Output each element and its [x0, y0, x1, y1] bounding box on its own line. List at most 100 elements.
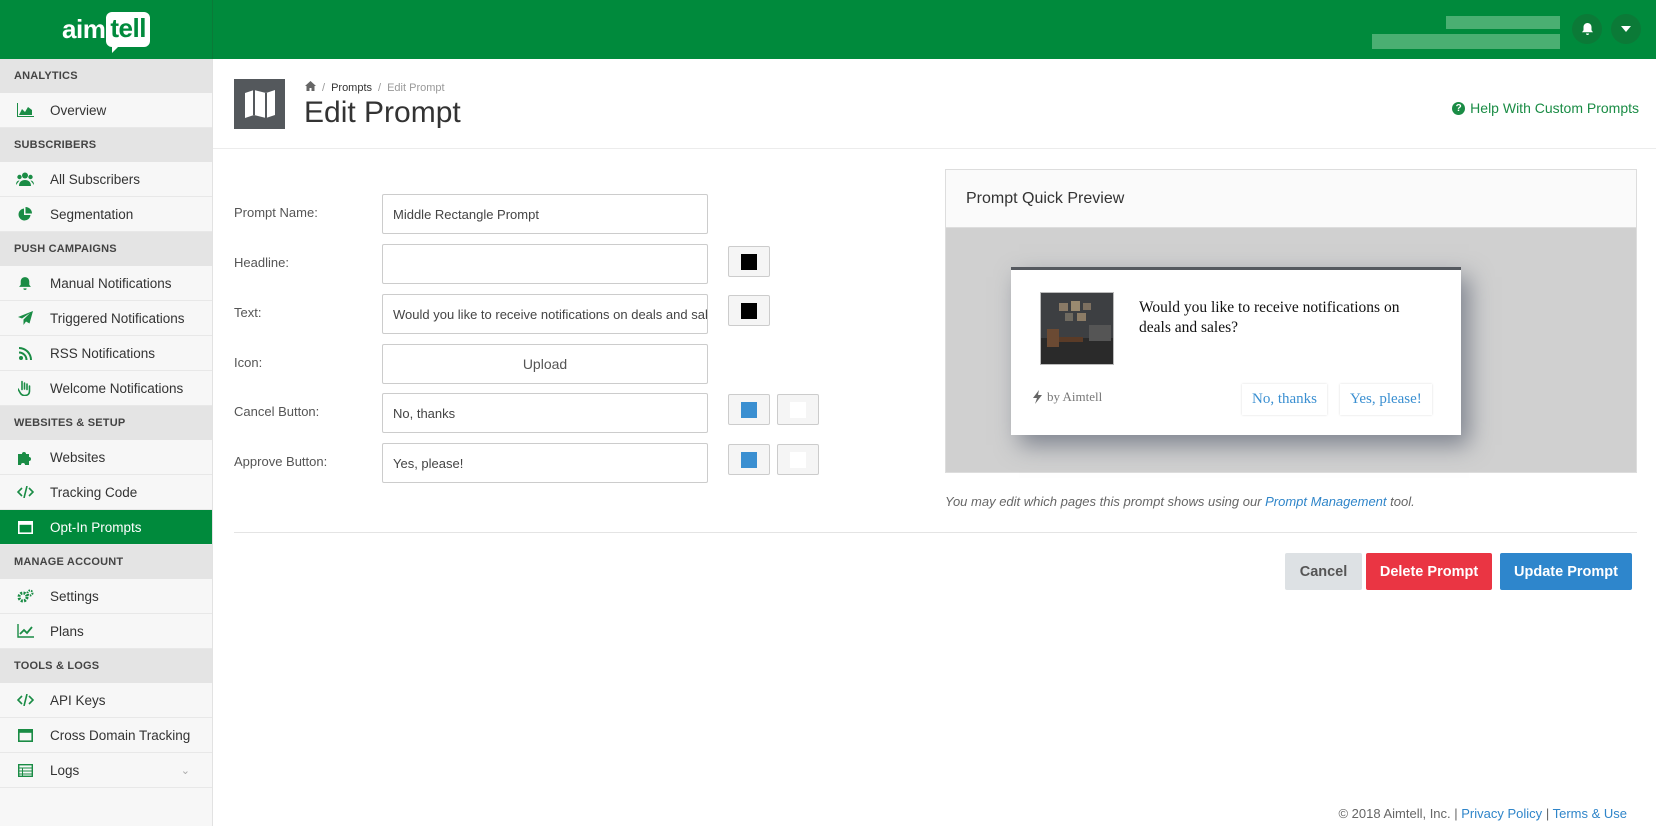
prompt-management-link[interactable]: Prompt Management: [1265, 494, 1386, 509]
divider: [234, 532, 1637, 533]
sidebar-item-label: Tracking Code: [50, 484, 138, 500]
headline-color-picker[interactable]: [728, 246, 770, 277]
breadcrumb-separator: /: [378, 81, 382, 94]
prompt-icon-image: [1040, 292, 1114, 365]
paper-plane-icon: [16, 309, 34, 327]
approve-bg-color-swatch: [790, 451, 806, 468]
sidebar-item-label: Segmentation: [50, 206, 134, 222]
breadcrumb-separator: /: [322, 81, 326, 94]
redacted-user-email: [1372, 34, 1560, 49]
terms-of-use-link[interactable]: Terms & Use: [1553, 806, 1627, 821]
preview-yes-please-button[interactable]: Yes, please!: [1340, 384, 1432, 415]
approve-button-label: Approve Button:: [234, 454, 328, 469]
sidebar-item-manual-notifications[interactable]: Manual Notifications: [0, 266, 212, 301]
gears-icon: [16, 587, 34, 605]
prompt-management-note: You may edit which pages this prompt sho…: [945, 494, 1415, 509]
approve-button-text-input[interactable]: Yes, please!: [382, 443, 708, 483]
sidebar-item-plans[interactable]: Plans: [0, 614, 212, 649]
pie-chart-icon: [16, 205, 34, 223]
lightning-bolt-icon: [1033, 390, 1042, 404]
user-menu-button[interactable]: [1611, 14, 1641, 44]
sidebar-item-label: Overview: [50, 102, 107, 118]
page-header: / Prompts / Edit Prompt Edit Prompt ? He…: [213, 59, 1656, 149]
cancel-bg-color-picker[interactable]: [777, 394, 819, 425]
sidebar-item-welcome-notifications[interactable]: Welcome Notifications: [0, 371, 212, 406]
sidebar-item-segmentation[interactable]: Segmentation: [0, 197, 212, 232]
help-custom-prompts-link[interactable]: ? Help With Custom Prompts: [1452, 100, 1639, 116]
sidebar-item-cross-domain-tracking[interactable]: Cross Domain Tracking: [0, 718, 212, 753]
sidebar-item-opt-in-prompts[interactable]: Opt-In Prompts: [0, 510, 212, 545]
powered-by-label: by Aimtell: [1047, 389, 1103, 404]
help-link-label: Help With Custom Prompts: [1470, 100, 1639, 116]
powered-by: by Aimtell: [1033, 389, 1102, 405]
map-icon: [234, 79, 285, 129]
sidebar-item-label: Triggered Notifications: [50, 310, 185, 326]
icon-upload-button[interactable]: Upload: [382, 344, 708, 384]
note-text-after: tool.: [1386, 494, 1415, 509]
icon-label: Icon:: [234, 355, 263, 370]
window-icon: [16, 726, 34, 744]
sidebar-item-logs[interactable]: Logs ⌄: [0, 753, 212, 788]
aimtell-logo[interactable]: aim tell: [62, 12, 150, 53]
line-chart-icon: [16, 622, 34, 640]
cancel-button-label: Cancel Button:: [234, 404, 320, 419]
sidebar-section-analytics: ANALYTICS: [0, 59, 212, 93]
users-icon: [16, 170, 34, 188]
logo-area[interactable]: aim tell: [0, 0, 213, 59]
sidebar-item-triggered-notifications[interactable]: Triggered Notifications: [0, 301, 212, 336]
sidebar-item-websites[interactable]: Websites: [0, 440, 212, 475]
redacted-user-name: [1446, 16, 1560, 29]
text-label: Text:: [234, 305, 262, 320]
sidebar-item-label: Opt-In Prompts: [50, 519, 142, 535]
approve-bg-color-picker[interactable]: [777, 444, 819, 475]
preview-canvas: Would you like to receive notifications …: [946, 228, 1636, 472]
sidebar-section-subscribers: SUBSCRIBERS: [0, 128, 212, 162]
home-icon[interactable]: [305, 81, 316, 94]
cancel-text-color-picker[interactable]: [728, 394, 770, 425]
approve-text-color-picker[interactable]: [728, 444, 770, 475]
sidebar-item-all-subscribers[interactable]: All Subscribers: [0, 162, 212, 197]
headline-color-swatch: [741, 253, 757, 270]
sidebar-item-label: Websites: [50, 449, 106, 465]
sidebar-item-label: All Subscribers: [50, 171, 141, 187]
chevron-down-icon[interactable]: ⌄: [181, 764, 190, 777]
sidebar-item-label: Logs: [50, 762, 80, 778]
hand-wave-icon: [16, 379, 34, 397]
breadcrumb-prompts[interactable]: Prompts: [331, 82, 372, 94]
sidebar-item-rss-notifications[interactable]: RSS Notifications: [0, 336, 212, 371]
cancel-button[interactable]: Cancel: [1285, 553, 1362, 590]
area-chart-icon: [16, 101, 34, 119]
notifications-button[interactable]: [1572, 14, 1602, 44]
code-icon: [16, 483, 34, 501]
sidebar-item-settings[interactable]: Settings: [0, 579, 212, 614]
sidebar-item-overview[interactable]: Overview: [0, 93, 212, 128]
sidebar-section-manage-account: MANAGE ACCOUNT: [0, 545, 212, 579]
sidebar-item-label: Welcome Notifications: [50, 380, 184, 396]
code-icon: [16, 691, 34, 709]
sidebar-section-tools-logs: TOOLS & LOGS: [0, 649, 212, 683]
window-icon: [16, 518, 34, 536]
prompt-name-input[interactable]: Middle Rectangle Prompt: [382, 194, 708, 234]
text-color-picker[interactable]: [728, 295, 770, 326]
puzzle-icon: [16, 448, 34, 466]
sidebar-item-label: Cross Domain Tracking: [50, 727, 191, 743]
preview-no-thanks-button[interactable]: No, thanks: [1242, 384, 1327, 415]
sidebar-item-api-keys[interactable]: API Keys: [0, 683, 212, 718]
prompt-name-label: Prompt Name:: [234, 205, 318, 220]
sidebar-item-label: Plans: [50, 623, 84, 639]
sidebar-item-label: API Keys: [50, 692, 106, 708]
breadcrumb-current: Edit Prompt: [387, 81, 445, 94]
sidebar-item-tracking-code[interactable]: Tracking Code: [0, 475, 212, 510]
sidebar-section-push-campaigns: PUSH CAMPAIGNS: [0, 232, 212, 266]
table-icon: [16, 761, 34, 779]
cancel-button-text-input[interactable]: No, thanks: [382, 393, 708, 433]
prompt-preview-panel: Prompt Quick Preview Would you like to r…: [945, 169, 1637, 473]
privacy-policy-link[interactable]: Privacy Policy: [1461, 806, 1542, 821]
delete-prompt-button[interactable]: Delete Prompt: [1366, 553, 1492, 590]
bell-icon: [16, 274, 34, 292]
footer: © 2018 Aimtell, Inc. | Privacy Policy | …: [1338, 806, 1627, 821]
text-input[interactable]: Would you like to receive notifications …: [382, 294, 708, 334]
update-prompt-button[interactable]: Update Prompt: [1500, 553, 1632, 590]
headline-input[interactable]: [382, 244, 708, 284]
preview-title: Prompt Quick Preview: [946, 170, 1636, 228]
